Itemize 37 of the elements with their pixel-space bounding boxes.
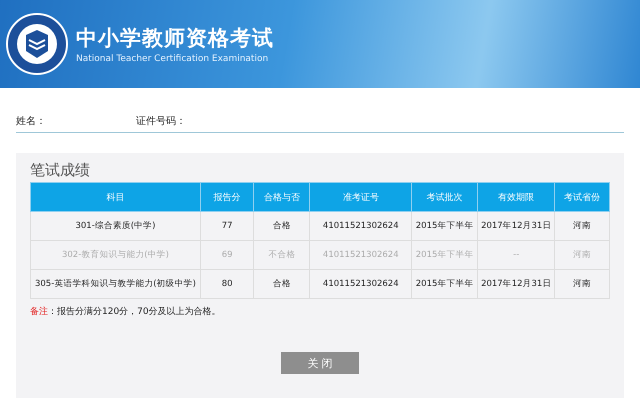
table-cell: 77 xyxy=(200,212,254,240)
table-cell: 不合格 xyxy=(254,240,310,270)
table-cell: 2017年12月31日 xyxy=(478,212,555,240)
table-cell: 41011521302624 xyxy=(310,212,412,240)
table-cell: 41011521302624 xyxy=(310,270,412,298)
column-header: 考试批次 xyxy=(412,182,478,212)
column-header: 报告分 xyxy=(200,182,254,212)
table-cell: 69 xyxy=(200,240,254,270)
table-cell: 2015年下半年 xyxy=(412,270,478,298)
table-cell: 2017年12月31日 xyxy=(478,270,555,298)
column-header: 准考证号 xyxy=(310,182,412,212)
table-cell: 合格 xyxy=(254,212,310,240)
panel-title: 笔试成绩 xyxy=(30,161,91,180)
table-cell: 河南 xyxy=(554,240,610,270)
field-label: 姓名： xyxy=(16,115,46,128)
column-header: 科目 xyxy=(30,182,200,212)
note-text: ：报告分满分120分，70分及以上为合格。 xyxy=(48,306,221,318)
column-header: 合格与否 xyxy=(254,182,310,212)
site-subtitle: National Teacher Certification Examination xyxy=(76,54,270,64)
table-cell: 305-英语学科知识与教学能力(初级中学) xyxy=(30,270,200,298)
table-cell: 河南 xyxy=(554,212,610,240)
note-label: 备注 xyxy=(30,306,48,318)
column-header: 有效期限 xyxy=(478,182,555,212)
table-cell: 41011521302624 xyxy=(310,240,412,270)
table-cell: 河南 xyxy=(554,270,610,298)
site-title: 中小学教师资格考试 xyxy=(76,25,274,52)
logo-icon xyxy=(6,13,68,75)
table-cell: 301-综合素质(中学) xyxy=(30,212,200,240)
close-button[interactable]: 关 闭 xyxy=(281,352,359,374)
table-cell: 2015年下半年 xyxy=(412,212,478,240)
field-label: 证件号码： xyxy=(136,115,186,128)
table-cell: 2015年下半年 xyxy=(412,240,478,270)
column-header: 考试省份 xyxy=(554,182,610,212)
table-cell: -- xyxy=(478,240,555,270)
table-cell: 302-教育知识与能力(中学) xyxy=(30,240,200,270)
table-cell: 80 xyxy=(200,270,254,298)
table-cell: 合格 xyxy=(254,270,310,298)
